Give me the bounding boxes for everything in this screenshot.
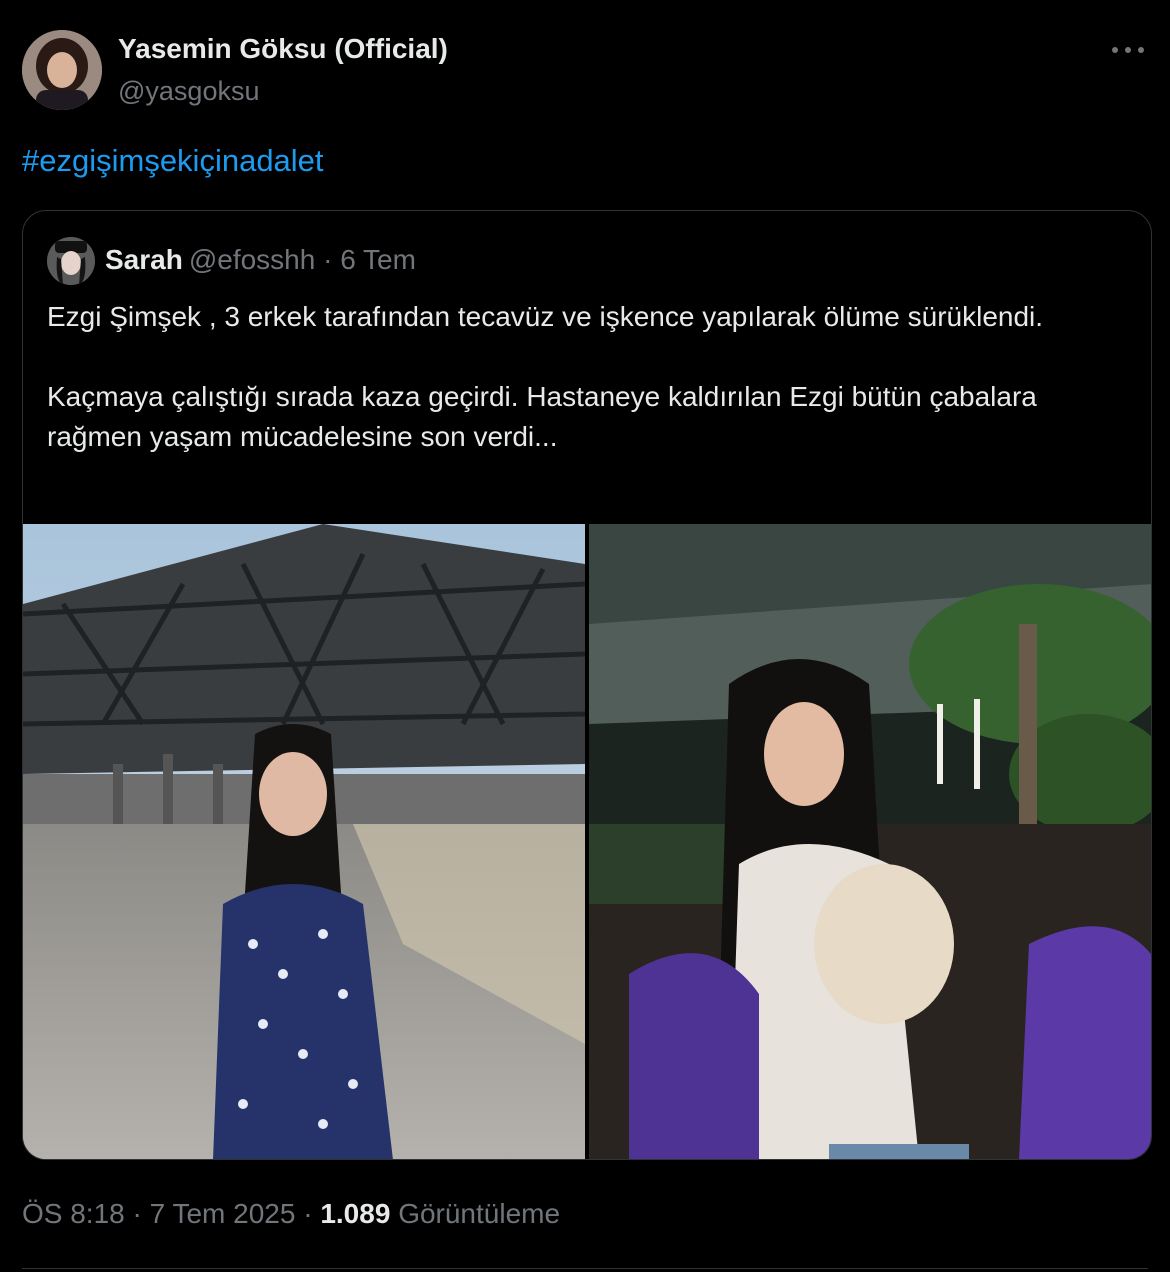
views-count: 1.089	[320, 1198, 391, 1229]
quoted-paragraph: Ezgi Şimşek , 3 erkek tarafından tecavüz…	[47, 301, 1044, 332]
quoted-header: Sarah @efosshh · 6 Tem	[105, 244, 416, 276]
more-dot-icon	[1112, 47, 1118, 53]
divider	[22, 1268, 1148, 1269]
hashtag-link[interactable]: #ezgişimşekiçinadalet	[22, 143, 324, 179]
photo-girl-with-puppy-night-icon	[589, 524, 1151, 1159]
tweet-time[interactable]: ÖS 8:18	[22, 1198, 125, 1229]
media-grid	[23, 524, 1151, 1159]
quoted-paragraph: Kaçmaya çalıştığı sırada kaza geçirdi. H…	[47, 381, 1037, 452]
tweet-footer: ÖS 8:18 · 7 Tem 2025 · 1.089 Görüntüleme	[22, 1198, 561, 1229]
more-dot-icon	[1125, 47, 1131, 53]
more-dot-icon	[1138, 47, 1144, 53]
quoted-author-avatar[interactable]	[47, 237, 95, 285]
tweet-date[interactable]: 7 Tem 2025	[150, 1198, 296, 1229]
author-name[interactable]: Yasemin Göksu (Official)	[118, 33, 448, 65]
quoted-profile-photo-icon	[47, 237, 95, 285]
media-photo-2[interactable]	[589, 524, 1151, 1159]
media-photo-1[interactable]	[23, 524, 585, 1159]
author-handle[interactable]: @yasgoksu	[118, 76, 259, 107]
quoted-author-name[interactable]: Sarah	[105, 244, 183, 275]
quoted-author-meta[interactable]: @efosshh · 6 Tem	[189, 244, 416, 275]
views-label: Görüntüleme	[398, 1198, 561, 1229]
author-avatar[interactable]	[22, 30, 102, 110]
quoted-text: Ezgi Şimşek , 3 erkek tarafından tecavüz…	[47, 297, 1137, 457]
quoted-tweet[interactable]: Sarah @efosshh · 6 Tem Ezgi Şimşek , 3 er…	[22, 210, 1152, 1160]
more-options-button[interactable]	[1108, 38, 1148, 62]
photo-girl-under-steel-canopy-icon	[23, 524, 585, 1159]
profile-photo-icon	[22, 30, 102, 110]
